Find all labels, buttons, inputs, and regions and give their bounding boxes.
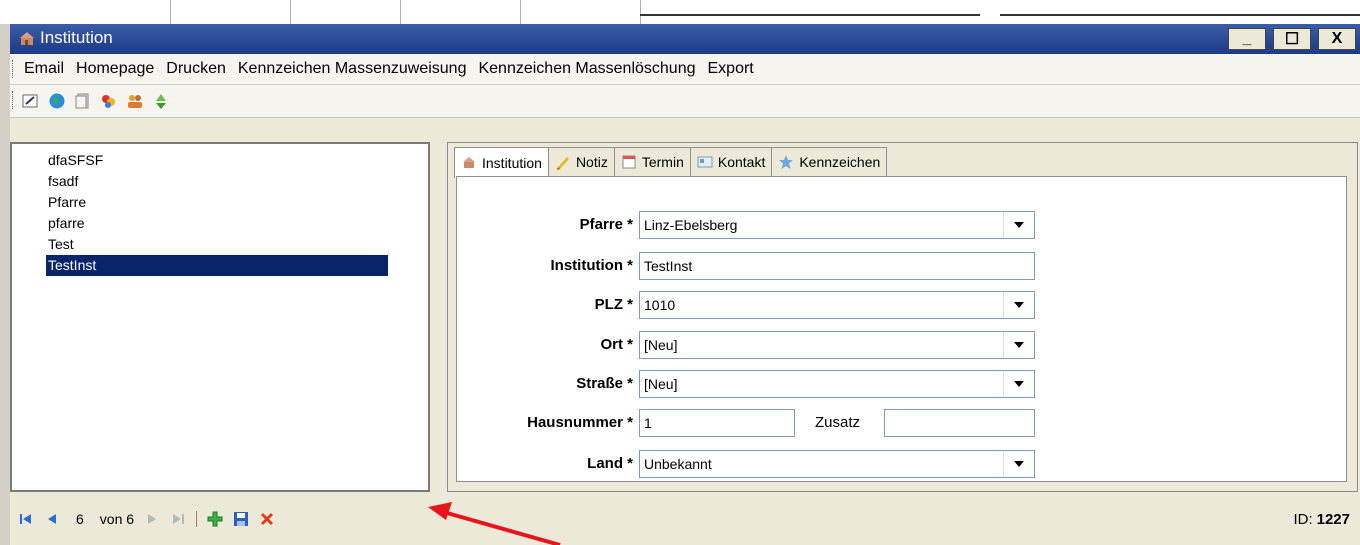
record-id: ID: 1227 bbox=[1293, 511, 1350, 528]
contact-card-icon bbox=[697, 156, 713, 168]
ort-value: [Neu] bbox=[644, 337, 678, 353]
ort-label: Ort * bbox=[600, 336, 633, 353]
list-item[interactable]: pfarre bbox=[46, 213, 388, 234]
record-position[interactable]: 6 bbox=[70, 511, 90, 527]
chevron-down-icon[interactable] bbox=[1003, 332, 1034, 358]
id-value: 1227 bbox=[1316, 511, 1350, 528]
window-title: Institution bbox=[40, 28, 113, 47]
row-land: Land * Unbekannt bbox=[457, 450, 1337, 480]
institution-input[interactable]: TestInst bbox=[639, 252, 1035, 280]
institution-form: Pfarre * Linz-Ebelsberg Institution * Te… bbox=[456, 176, 1347, 482]
maximize-button[interactable]: ☐ bbox=[1273, 28, 1311, 50]
tab-label: Notiz bbox=[575, 154, 608, 170]
tab-notiz[interactable]: Notiz bbox=[547, 147, 615, 176]
tab-termin[interactable]: Termin bbox=[613, 147, 691, 176]
strasse-select[interactable]: [Neu] bbox=[639, 370, 1035, 398]
strasse-value: [Neu] bbox=[644, 376, 678, 392]
previous-record-icon[interactable] bbox=[44, 511, 60, 527]
tab-institution[interactable]: Institution bbox=[454, 147, 549, 178]
background-window-strip bbox=[0, 0, 1360, 24]
star-icon bbox=[779, 155, 794, 169]
edit-icon[interactable] bbox=[22, 92, 40, 110]
detail-panel: Institution Notiz Termin Kontakt Kennzei… bbox=[447, 142, 1358, 492]
land-select[interactable]: Unbekannt bbox=[639, 450, 1035, 478]
row-pfarre: Pfarre * Linz-Ebelsberg bbox=[457, 211, 1337, 241]
first-record-icon[interactable] bbox=[18, 511, 34, 527]
list-item[interactable]: Test bbox=[46, 234, 388, 255]
institution-icon bbox=[20, 32, 34, 45]
hausnummer-input[interactable]: 1 bbox=[639, 409, 795, 437]
strasse-label: Straße * bbox=[576, 375, 633, 392]
pfarre-value: Linz-Ebelsberg bbox=[644, 217, 738, 233]
pfarre-select[interactable]: Linz-Ebelsberg bbox=[639, 211, 1035, 239]
ort-select[interactable]: [Neu] bbox=[639, 331, 1035, 359]
globe-icon[interactable] bbox=[48, 92, 66, 110]
list-item[interactable]: Pfarre bbox=[46, 192, 388, 213]
pfarre-label: Pfarre * bbox=[579, 216, 633, 233]
tab-strip: Institution Notiz Termin Kontakt Kennzei… bbox=[454, 147, 888, 178]
users-icon[interactable] bbox=[126, 92, 144, 110]
list-item[interactable]: dfaSFSF bbox=[46, 150, 388, 171]
title-bar: Institution _ ☐ X bbox=[10, 24, 1360, 54]
chevron-down-icon[interactable] bbox=[1003, 292, 1034, 318]
tab-kennzeichen[interactable]: Kennzeichen bbox=[771, 147, 888, 176]
list-item[interactable]: TestInst bbox=[45, 254, 389, 277]
calendar-icon bbox=[622, 155, 636, 169]
zusatz-label: Zusatz bbox=[815, 414, 861, 431]
institution-icon bbox=[463, 157, 475, 168]
contacts-icon[interactable] bbox=[100, 92, 118, 110]
row-hausnummer: Hausnummer * 1 Zusatz bbox=[457, 409, 1337, 439]
hausnummer-label: Hausnummer * bbox=[527, 414, 633, 431]
recycle-icon[interactable] bbox=[152, 92, 170, 110]
minimize-button[interactable]: _ bbox=[1228, 28, 1266, 50]
row-plz: PLZ * 1010 bbox=[457, 291, 1337, 321]
institution-window: Institution _ ☐ X Email Homepage Drucken… bbox=[10, 24, 1360, 545]
tab-kontakt[interactable]: Kontakt bbox=[689, 147, 773, 176]
land-value: Unbekannt bbox=[644, 456, 712, 472]
separator bbox=[196, 511, 198, 527]
list-item[interactable]: fsadf bbox=[46, 171, 388, 192]
row-strasse: Straße * [Neu] bbox=[457, 370, 1337, 400]
menu-bar: Email Homepage Drucken Kennzeichen Masse… bbox=[10, 54, 1360, 85]
next-record-icon[interactable] bbox=[144, 511, 160, 527]
save-icon[interactable] bbox=[233, 511, 249, 527]
plz-value: 1010 bbox=[644, 297, 676, 313]
close-button[interactable]: X bbox=[1318, 28, 1356, 50]
menu-drucken[interactable]: Drucken bbox=[164, 60, 228, 78]
plz-select[interactable]: 1010 bbox=[639, 291, 1035, 319]
chevron-down-icon[interactable] bbox=[1003, 371, 1034, 397]
plz-label: PLZ * bbox=[594, 296, 633, 313]
menu-kennzeichen-massenzuweisung[interactable]: Kennzeichen Massenzuweisung bbox=[236, 60, 469, 78]
tab-label: Kennzeichen bbox=[799, 154, 881, 170]
menu-export[interactable]: Export bbox=[706, 60, 756, 78]
id-label: ID: bbox=[1293, 511, 1313, 528]
note-icon bbox=[556, 157, 569, 170]
delete-icon[interactable] bbox=[259, 511, 275, 527]
toolbar-grip[interactable] bbox=[12, 91, 15, 109]
last-record-icon[interactable] bbox=[170, 511, 186, 527]
navigation-bar: 6 von 6 ID: 1227 bbox=[10, 503, 1360, 537]
land-label: Land * bbox=[587, 455, 633, 472]
menu-email[interactable]: Email bbox=[22, 60, 66, 78]
add-icon[interactable] bbox=[207, 511, 223, 527]
tool-bar bbox=[10, 85, 1360, 118]
menu-homepage[interactable]: Homepage bbox=[74, 60, 156, 78]
record-count: von 6 bbox=[99, 511, 135, 527]
row-ort: Ort * [Neu] bbox=[457, 331, 1337, 361]
tab-label: Institution bbox=[482, 155, 542, 171]
menu-grip[interactable] bbox=[12, 60, 15, 78]
menu-kennzeichen-massenloeschung[interactable]: Kennzeichen Massenlöschung bbox=[476, 60, 697, 78]
chevron-down-icon[interactable] bbox=[1003, 212, 1034, 238]
row-institution: Institution * TestInst bbox=[457, 252, 1337, 282]
document-icon[interactable] bbox=[74, 92, 92, 110]
institution-list[interactable]: dfaSFSF fsadf Pfarre pfarre Test TestInst bbox=[10, 142, 430, 492]
chevron-down-icon[interactable] bbox=[1003, 451, 1034, 477]
tab-label: Termin bbox=[641, 154, 684, 170]
zusatz-input[interactable] bbox=[884, 409, 1035, 437]
institution-label: Institution * bbox=[550, 257, 634, 274]
tab-label: Kontakt bbox=[717, 154, 766, 170]
